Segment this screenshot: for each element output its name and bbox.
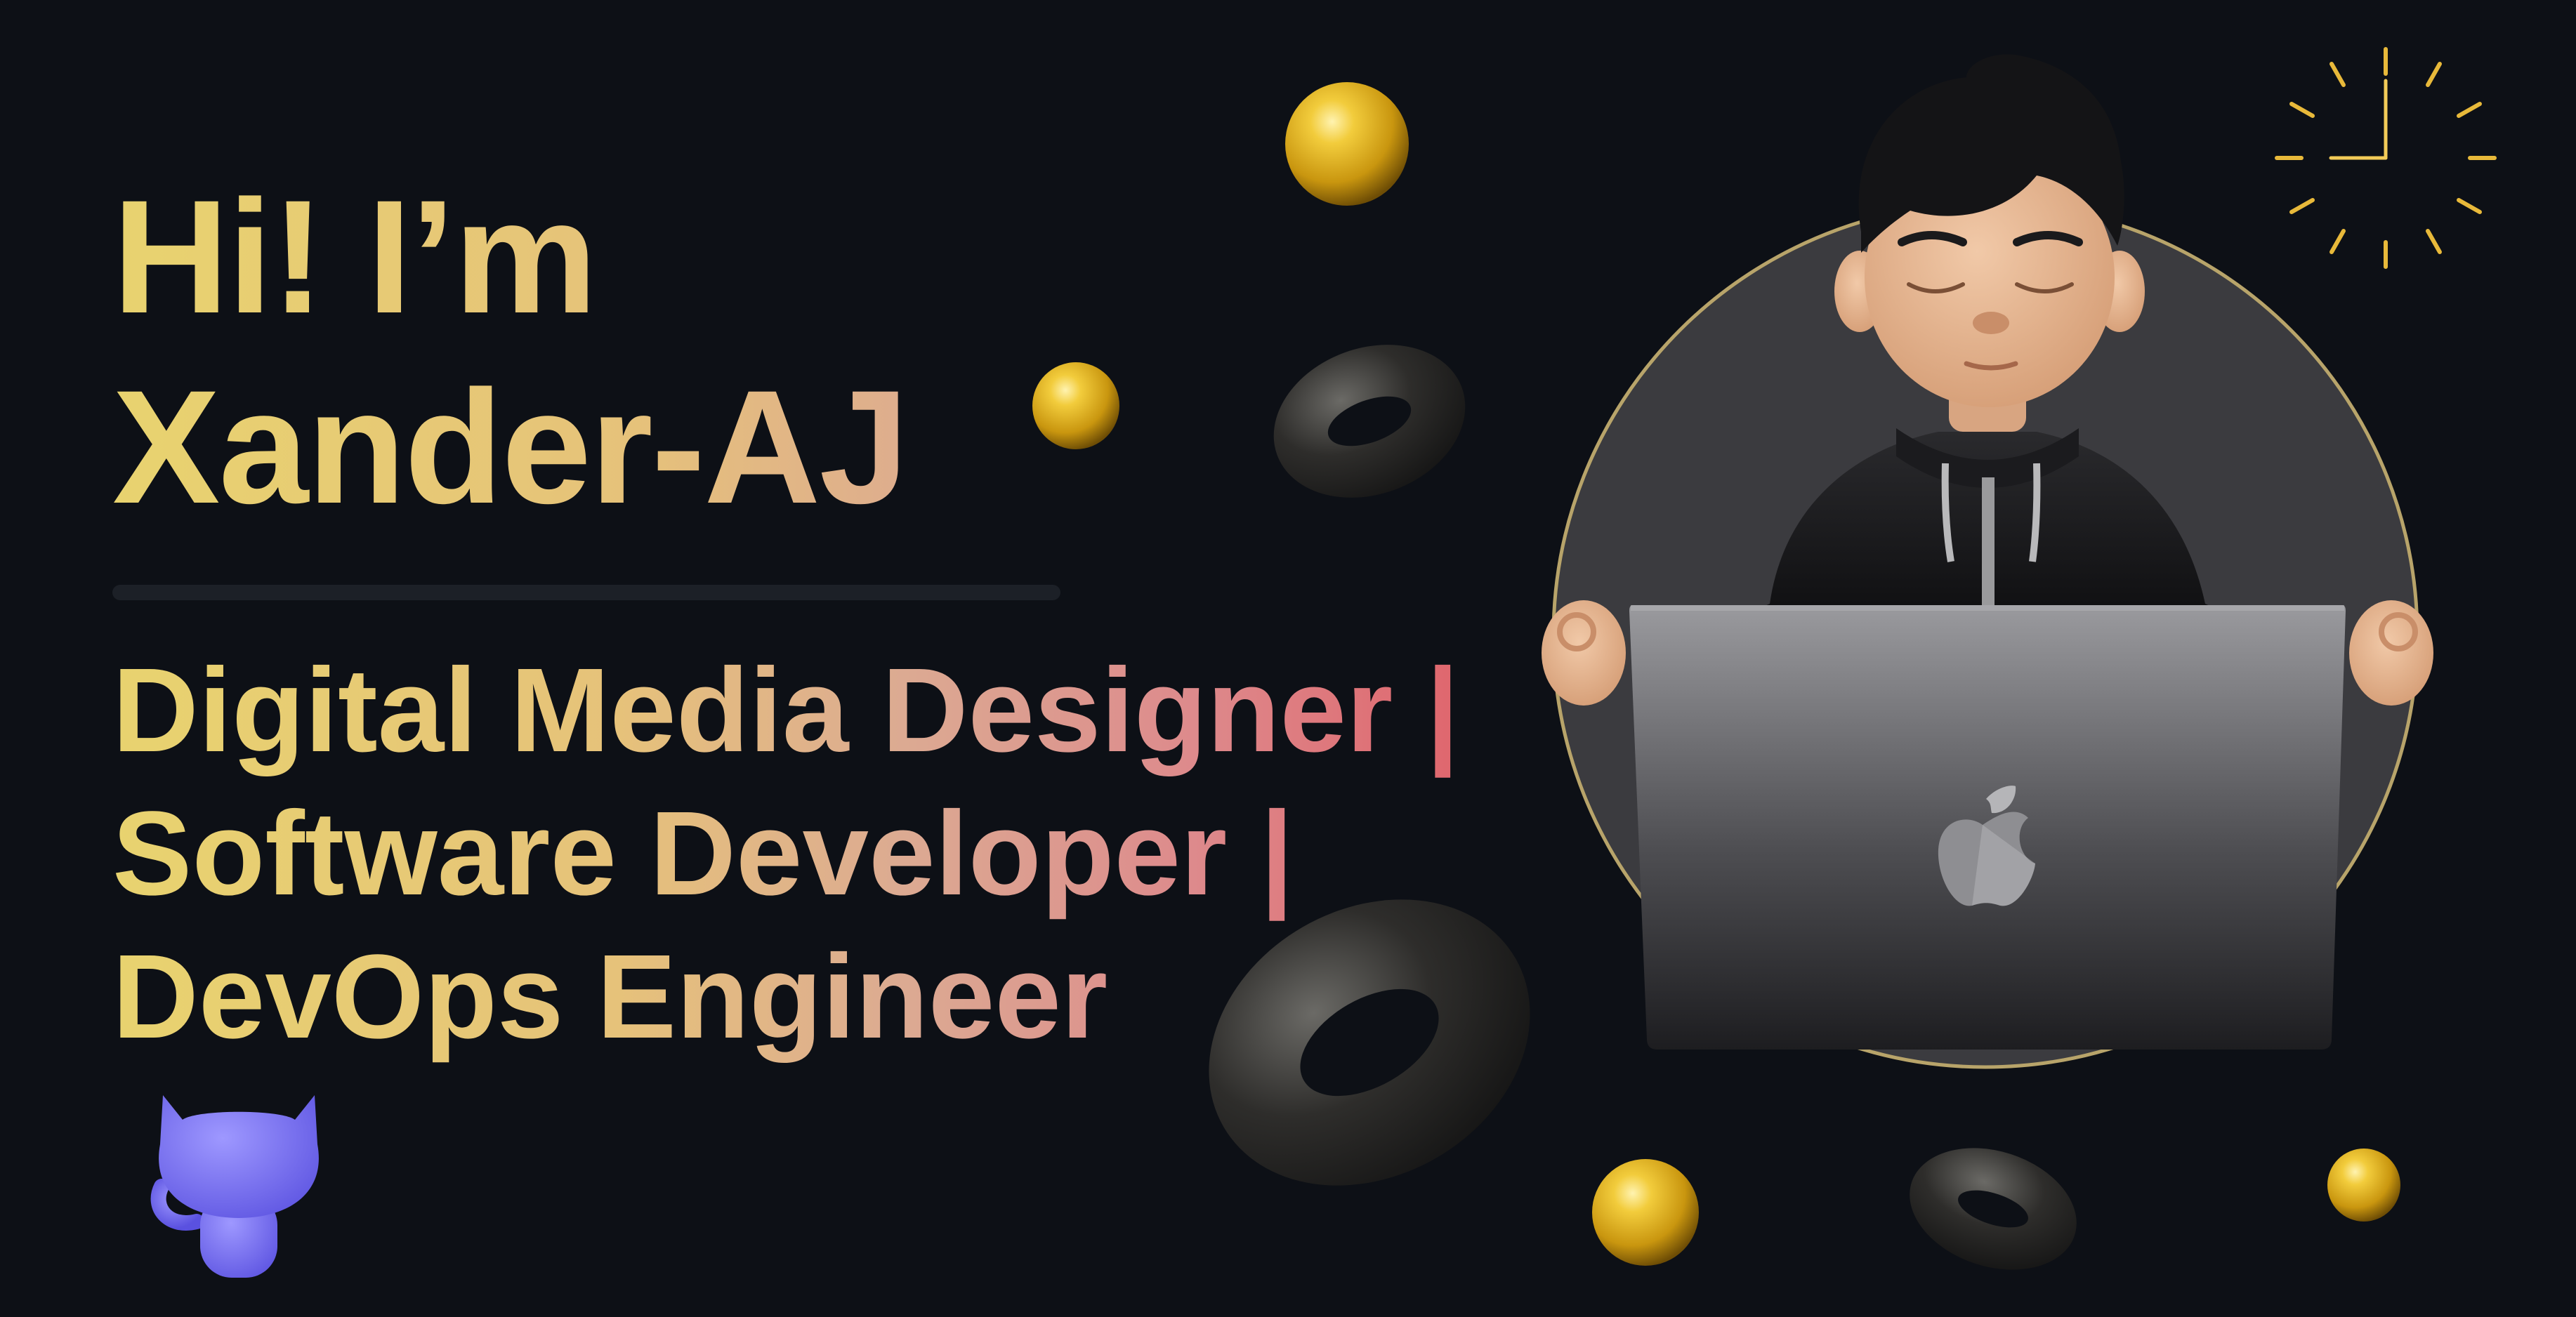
sphere-decoration [1592,1159,1699,1266]
divider [112,584,1060,600]
greeting-heading: Hi! I’m Xander-AJ [112,161,1482,543]
sphere-decoration [2327,1149,2400,1222]
github-octocat-icon [150,1095,319,1278]
hero-banner: Hi! I’m Xander-AJ Digital Media Designer… [0,0,2576,1317]
greeting-line: Hi! I’m [112,166,596,347]
name-line: Xander-AJ [112,357,908,538]
sunburst-clock-icon [2275,47,2497,269]
roles-subtitle: Digital Media Designer | Software Develo… [112,639,1552,1068]
role-line: Software Developer | [112,786,1294,920]
torus-decoration [1910,1148,2077,1270]
role-line: DevOps Engineer [112,929,1108,1064]
hero-text: Hi! I’m Xander-AJ Digital Media Designer… [112,161,1482,1068]
role-line: Digital Media Designer | [112,643,1459,777]
